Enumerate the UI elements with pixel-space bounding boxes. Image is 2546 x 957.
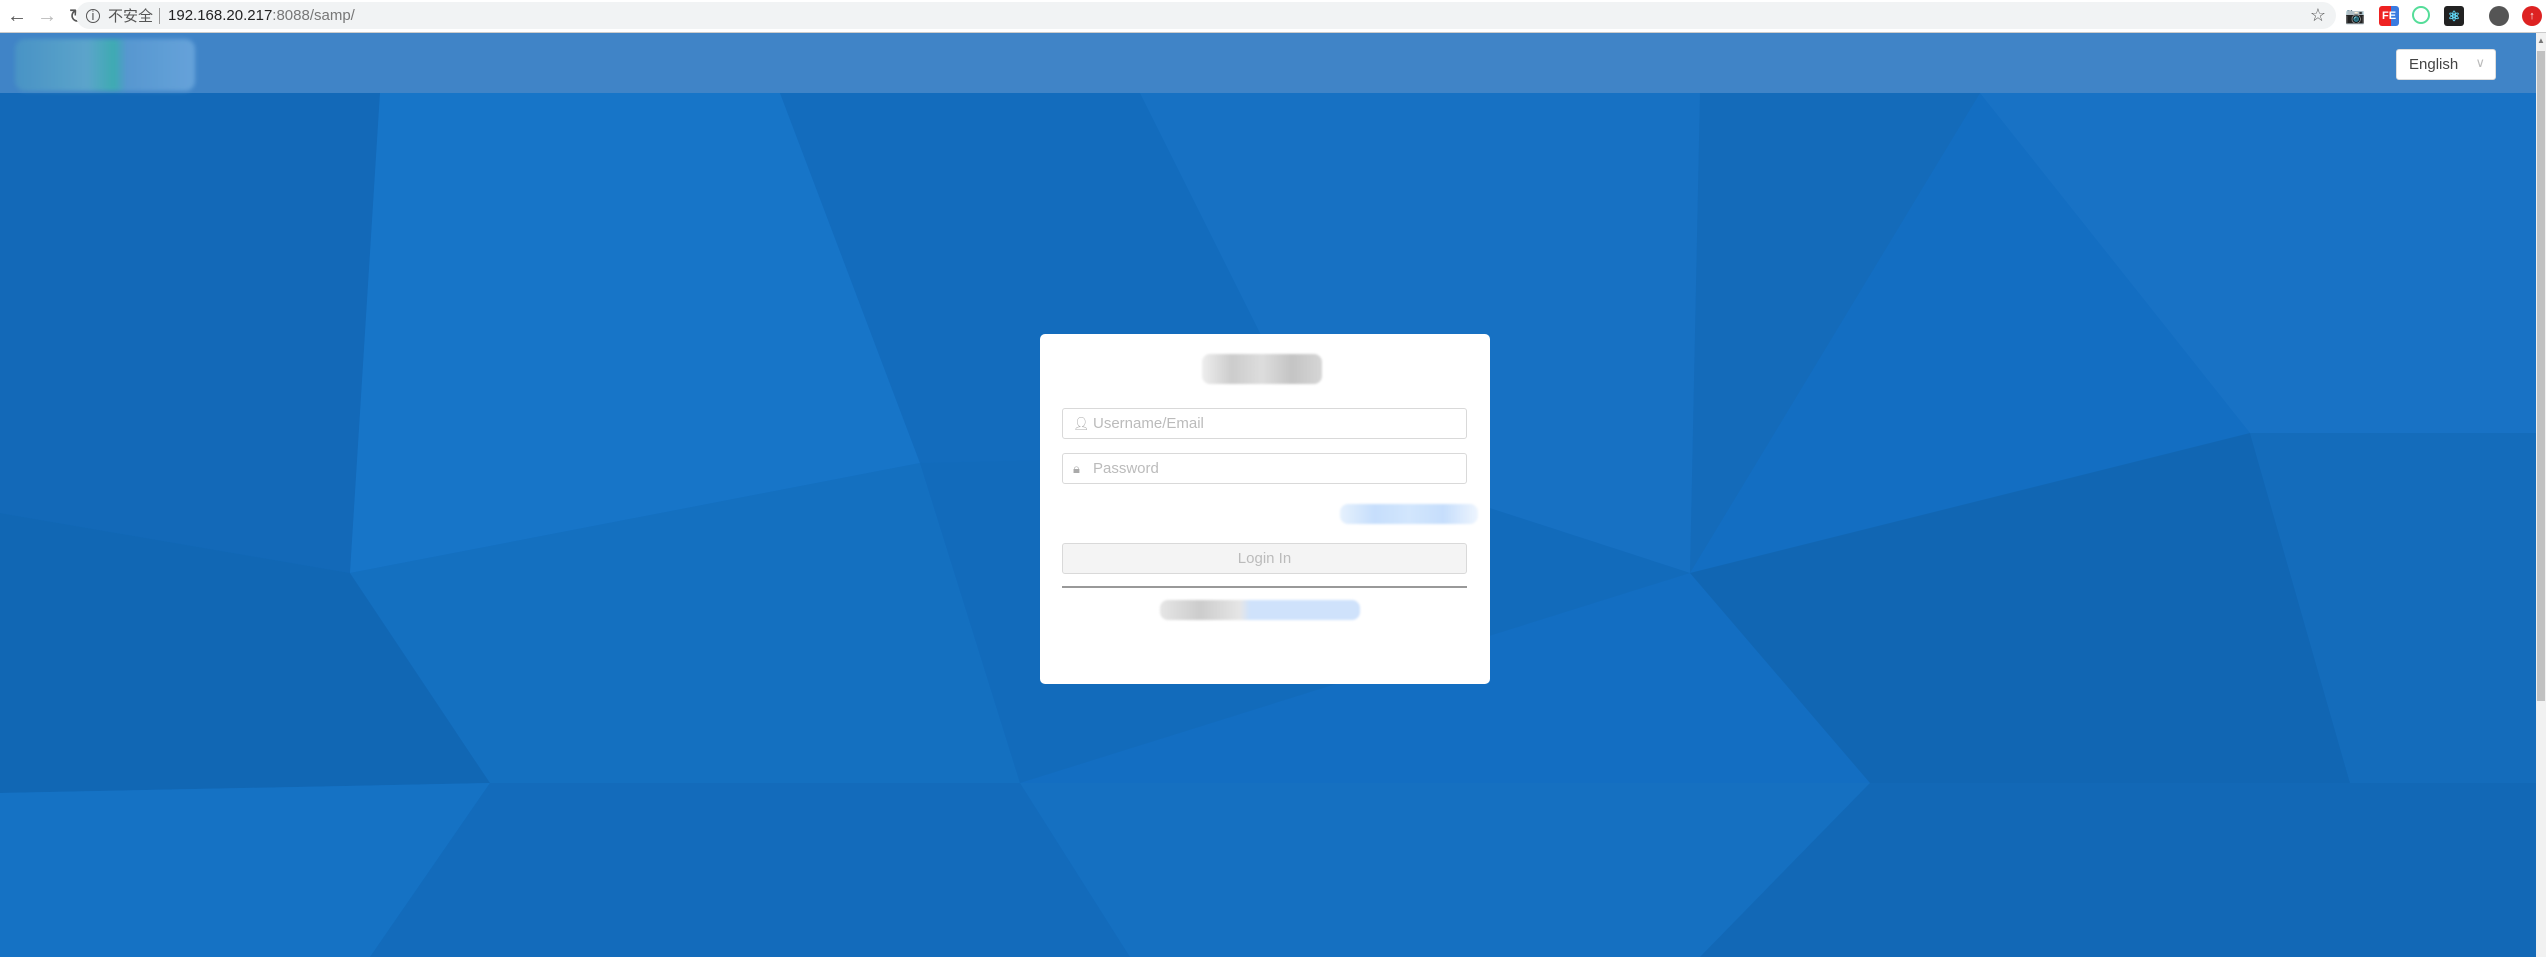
- login-card: 👤︎ Username/Email 🔒︎ Password Login In: [1040, 334, 1490, 684]
- info-icon[interactable]: i: [86, 8, 100, 23]
- scrollbar-thumb[interactable]: [2537, 51, 2545, 701]
- divider: [159, 7, 161, 24]
- password-placeholder: Password: [1093, 460, 1159, 477]
- back-icon[interactable]: ←: [4, 5, 30, 28]
- language-select[interactable]: English ∨: [2396, 49, 2496, 80]
- username-placeholder: Username/Email: [1093, 415, 1204, 432]
- user-icon: 👤︎: [1073, 415, 1090, 431]
- fe-extension-icon[interactable]: FE: [2379, 6, 2399, 26]
- divider: [1062, 586, 1467, 588]
- forgot-password-link[interactable]: [1340, 504, 1478, 524]
- login-button[interactable]: Login In: [1062, 543, 1467, 574]
- react-devtools-icon[interactable]: ⚛: [2444, 6, 2464, 26]
- password-input[interactable]: 🔒︎ Password: [1062, 453, 1467, 484]
- camera-icon[interactable]: 📷: [2345, 6, 2365, 26]
- chevron-down-icon: ∨: [2475, 55, 2485, 70]
- address-bar[interactable]: i 不安全 192.168.20.217:8088/samp/ ☆: [76, 2, 2336, 29]
- profile-icon[interactable]: [2489, 6, 2509, 26]
- bookmark-star-icon[interactable]: ☆: [2310, 5, 2326, 26]
- scroll-up-icon[interactable]: ▲: [2537, 36, 2545, 45]
- security-label: 不安全: [108, 8, 154, 25]
- forward-icon[interactable]: →: [34, 5, 60, 28]
- brand-logo: [15, 39, 195, 91]
- url-host: 192.168.20.217: [168, 7, 273, 24]
- lock-icon: 🔒︎: [1073, 460, 1080, 476]
- url-path: :8088/samp/: [272, 7, 355, 24]
- language-label: English: [2409, 56, 2459, 73]
- radar-extension-icon[interactable]: [2412, 6, 2430, 24]
- browser-toolbar: ← → ↻ i 不安全 192.168.20.217:8088/samp/ ☆ …: [0, 0, 2546, 33]
- username-input[interactable]: 👤︎ Username/Email: [1062, 408, 1467, 439]
- top-header: English ∨: [0, 33, 2536, 93]
- scrollbar[interactable]: ▲: [2536, 33, 2546, 957]
- login-logo: [1202, 354, 1322, 384]
- update-icon[interactable]: ↑: [2522, 6, 2542, 26]
- register-link[interactable]: [1160, 600, 1360, 620]
